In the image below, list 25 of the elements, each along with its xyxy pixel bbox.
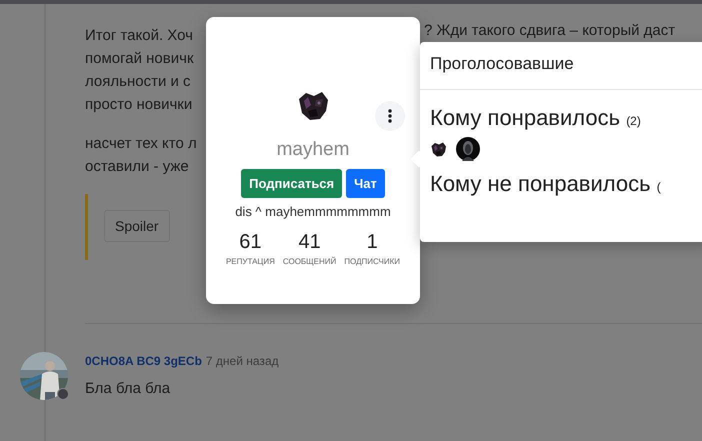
stat-label: СООБЩЕНИЙ bbox=[282, 257, 336, 266]
panel-title: Проголосовавшие bbox=[420, 42, 702, 90]
user-name: mayhem bbox=[276, 139, 350, 161]
more-icon[interactable] bbox=[375, 101, 405, 131]
group-heading: Кому понравилось (2) bbox=[430, 105, 642, 131]
author-link[interactable]: 0CHO8A BC9 3gECb bbox=[85, 354, 202, 368]
group-heading: Кому не понравилось ( bbox=[430, 171, 662, 197]
user-status: dis ^ mayhemmmmmmmm bbox=[235, 204, 391, 219]
stat-value: 61 bbox=[239, 231, 262, 254]
post-text: помогай новичк bbox=[85, 49, 194, 69]
post-text: ? Жди такого сдвига – который даст bbox=[424, 24, 676, 38]
post-text: просто новички bbox=[85, 95, 192, 115]
subscribe-button[interactable]: Подписаться bbox=[241, 169, 342, 198]
stat-label: ПОДПИСЧИКИ bbox=[344, 257, 400, 266]
spoiler-button[interactable]: Spoiler bbox=[104, 210, 170, 242]
chat-button[interactable]: Чат bbox=[346, 169, 385, 198]
comment-text: Бла бла бла bbox=[85, 380, 172, 397]
stat-value: 41 bbox=[298, 231, 321, 254]
stat-label: РЕПУТАЦИЯ bbox=[226, 257, 275, 266]
post-text: лояльности и с bbox=[85, 72, 191, 92]
post-text: оставили - уже bbox=[85, 157, 189, 177]
stat-value: 1 bbox=[366, 231, 378, 254]
post-text: Итог такой. Хоч bbox=[85, 26, 194, 46]
comment-time: 7 дней назад bbox=[206, 354, 279, 368]
post-text: насчет тех кто л bbox=[85, 134, 197, 154]
